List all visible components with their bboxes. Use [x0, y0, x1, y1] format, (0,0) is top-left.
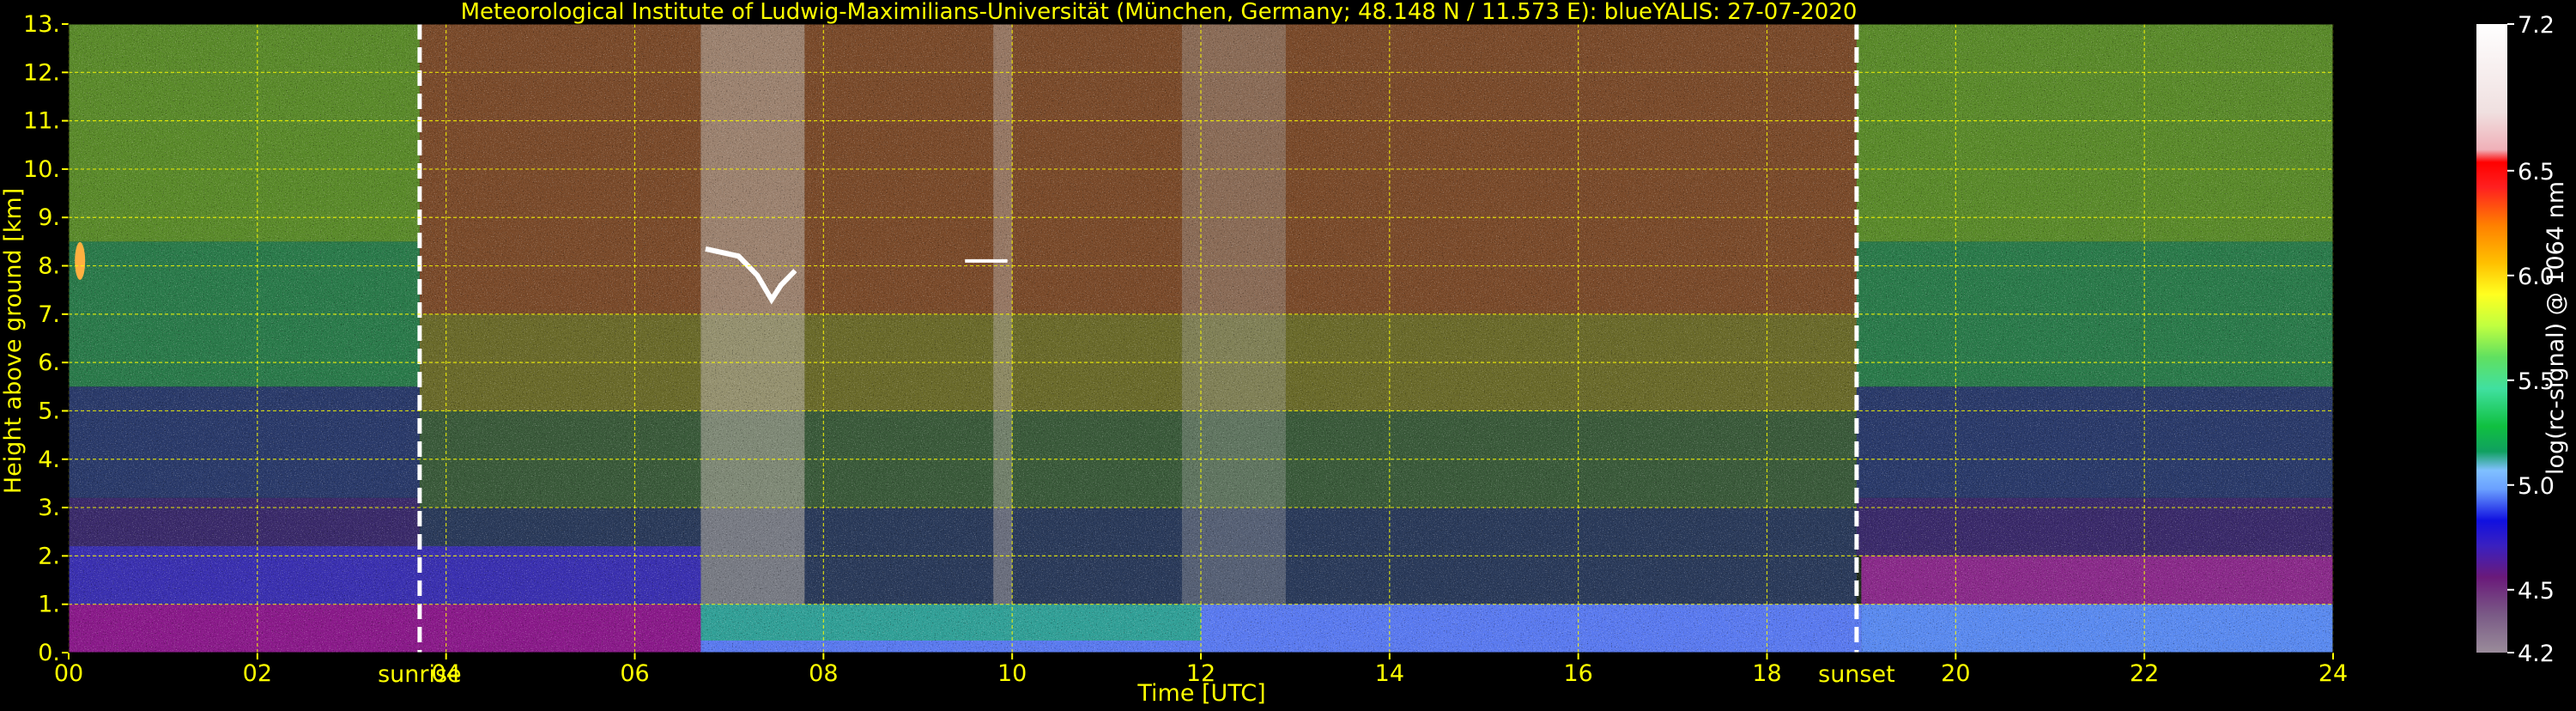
cloud-signal-3 — [75, 241, 86, 280]
y-tick-label: 13. — [23, 11, 60, 38]
x-tick-label: 02 — [243, 660, 272, 687]
colorbar-label: log(rc-signal) @ 1064 nm — [2543, 181, 2569, 475]
y-tick-label: 7. — [38, 301, 60, 328]
x-tick-label: 06 — [620, 660, 649, 687]
y-tick-label: 1. — [38, 592, 60, 618]
lidar-figure: sunrise sunset 00 02 04 06 08 10 12 14 16 18 20 22 24… — [0, 0, 2576, 708]
y-tick-label: 9. — [38, 204, 60, 231]
x-tick-label: 16 — [1563, 660, 1592, 687]
y-tick-label: 2. — [38, 543, 60, 569]
x-tick-label: 10 — [997, 660, 1027, 687]
y-tick-label: 6. — [38, 349, 60, 376]
x-tick-label: 14 — [1375, 660, 1404, 687]
x-tick-label: 22 — [2130, 660, 2159, 687]
colorbar-tick-label: 7.2 — [2518, 12, 2555, 39]
y-tick-label: 10. — [23, 156, 60, 183]
y-tick-label: 0. — [38, 640, 60, 666]
colorbar-tick-label: 4.5 — [2518, 578, 2555, 605]
colorbar-tick-label: 5.0 — [2518, 473, 2555, 500]
x-tick-label: 08 — [809, 660, 838, 687]
x-tick-label: 24 — [2318, 660, 2348, 687]
y-tick-label: 5. — [38, 398, 60, 424]
y-tick-label: 4. — [38, 447, 60, 473]
y-axis-label: Height above ground [km] — [0, 188, 27, 494]
chart-svg: sunrise sunset 00 02 04 06 08 10 12 14 16 18 20 22 24… — [0, 0, 2569, 707]
colorbar-gradient — [2476, 24, 2507, 653]
sunset-label: sunset — [1818, 661, 1895, 688]
y-tick-label: 11. — [23, 108, 60, 135]
x-tick-label: 20 — [1941, 660, 1970, 687]
colorbar-tick-label: 4.2 — [2518, 641, 2555, 667]
x-tick-label: 18 — [1752, 660, 1781, 687]
x-tick-label: 04 — [431, 660, 460, 687]
chart-title: Meteorological Institute of Ludwig-Maxim… — [461, 0, 1858, 25]
x-axis-label: Time [UTC] — [1136, 680, 1265, 707]
y-tick-label: 8. — [38, 253, 60, 280]
y-tick-label: 12. — [23, 59, 60, 86]
y-tick-label: 3. — [38, 495, 60, 521]
